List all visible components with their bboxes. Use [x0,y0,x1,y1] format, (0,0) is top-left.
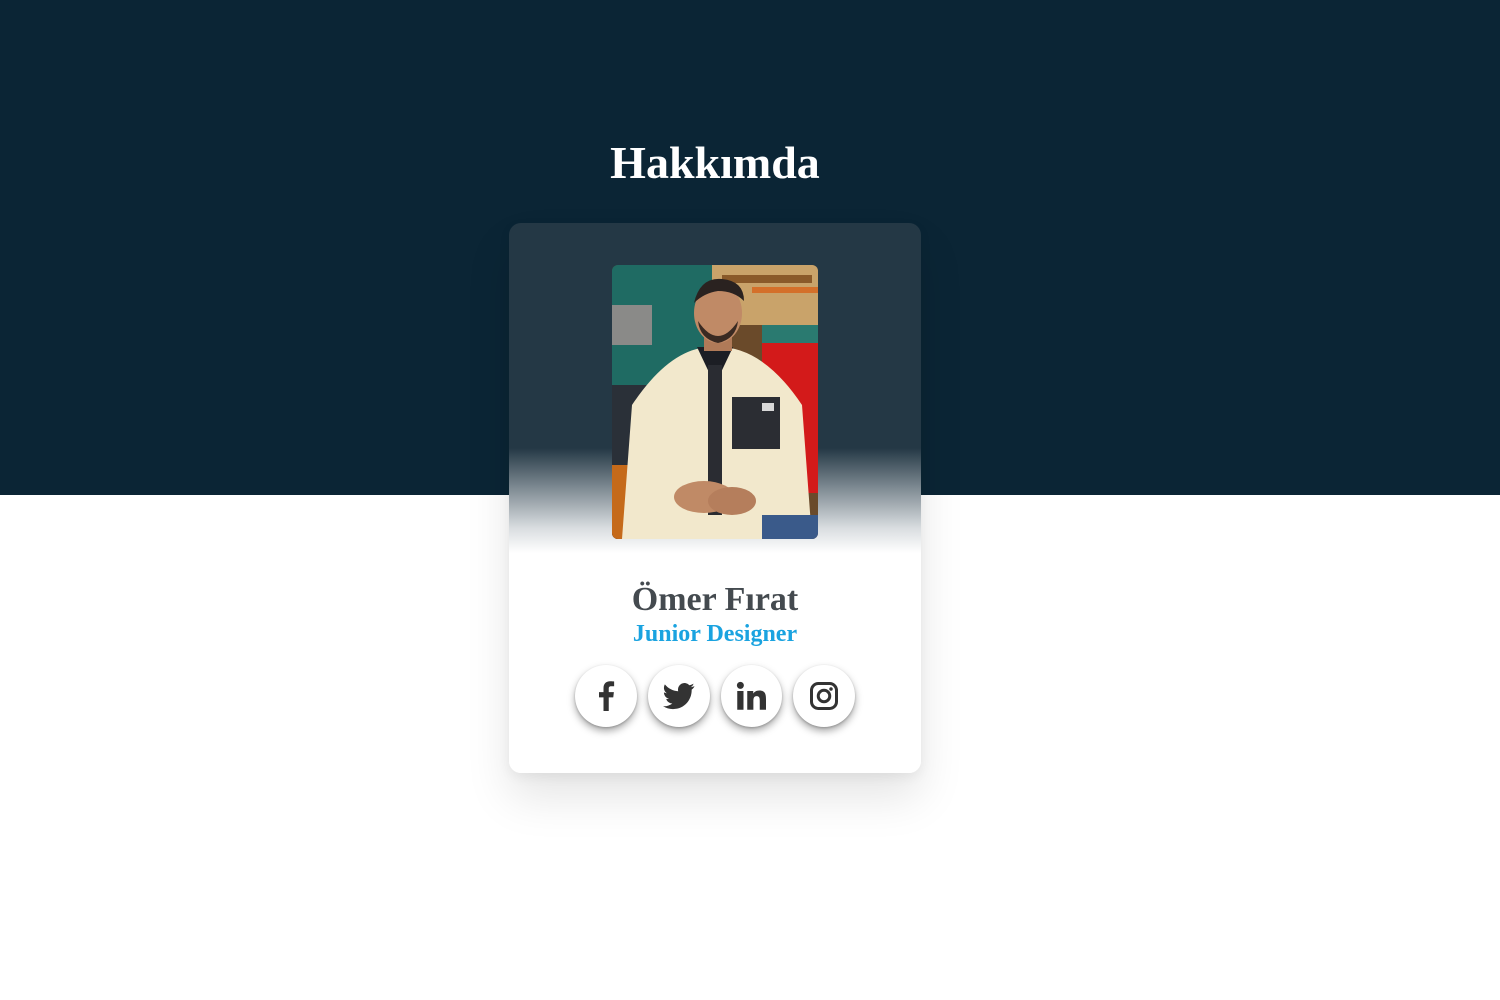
profile-card: Ömer Fırat Junior Designer [509,223,921,773]
facebook-button[interactable] [575,665,637,727]
facebook-icon [591,681,621,711]
social-links [575,665,855,727]
profile-role: Junior Designer [632,621,798,647]
twitter-icon [662,680,695,712]
twitter-button[interactable] [647,665,710,727]
profile-name: Ömer Fırat [631,581,799,618]
linkedin-button[interactable] [720,665,783,727]
instagram-button[interactable] [793,665,855,727]
linkedin-icon [736,681,767,711]
instagram-icon [809,681,839,711]
page-title: Hakkımda [610,137,820,188]
profile-photo [612,265,818,539]
